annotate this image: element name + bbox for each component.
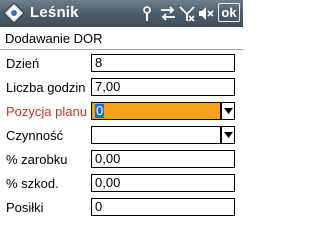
- pozycja-planu-label: Pozycja planu: [6, 104, 87, 119]
- row-czynnosc: Czynność: [0, 125, 243, 147]
- row-dzien: Dzień 8: [0, 53, 243, 75]
- app-logo-icon: [3, 3, 25, 24]
- dzien-label: Dzień: [6, 56, 40, 71]
- szkod-input[interactable]: 0,00: [91, 174, 235, 192]
- pozycja-planu-dropdown-button[interactable]: [221, 102, 235, 120]
- app-title: Leśnik: [30, 4, 79, 21]
- ok-button[interactable]: ok: [218, 3, 240, 22]
- row-szkod: % szkod. 0,00: [0, 173, 243, 195]
- czynnosc-dropdown-button[interactable]: [221, 126, 235, 144]
- chevron-down-icon: [224, 132, 233, 138]
- title-bar: Leśnik ok: [0, 0, 243, 27]
- sync-arrows-icon: [160, 4, 176, 23]
- czynnosc-label: Czynność: [6, 128, 64, 143]
- row-pozycja-planu: Pozycja planu 0: [0, 101, 243, 123]
- zarobek-label: % zarobku: [6, 152, 68, 167]
- signal-icon: [140, 4, 156, 23]
- row-posilki: Posiłki 0: [0, 197, 243, 219]
- pozycja-planu-select[interactable]: 0: [91, 102, 221, 120]
- liczba-godzin-label: Liczba godzin: [6, 80, 86, 95]
- dzien-input[interactable]: 8: [91, 54, 235, 72]
- speaker-icon: [198, 4, 214, 23]
- posilki-input[interactable]: 0: [91, 198, 235, 216]
- form-title-bar: Dodawanie DOR: [0, 27, 243, 50]
- row-liczba-godzin: Liczba godzin 7,00: [0, 77, 243, 99]
- pozycja-planu-value: 0: [95, 103, 105, 118]
- no-signal-icon: [179, 4, 195, 23]
- chevron-down-icon: [224, 108, 233, 114]
- zarobek-input[interactable]: 0,00: [91, 150, 235, 168]
- szkod-label: % szkod.: [6, 176, 59, 191]
- liczba-godzin-input[interactable]: 7,00: [91, 78, 235, 96]
- form-title: Dodawanie DOR: [5, 31, 103, 46]
- posilki-label: Posiłki: [6, 200, 44, 215]
- czynnosc-select[interactable]: [91, 126, 221, 144]
- row-zarobek: % zarobku 0,00: [0, 149, 243, 171]
